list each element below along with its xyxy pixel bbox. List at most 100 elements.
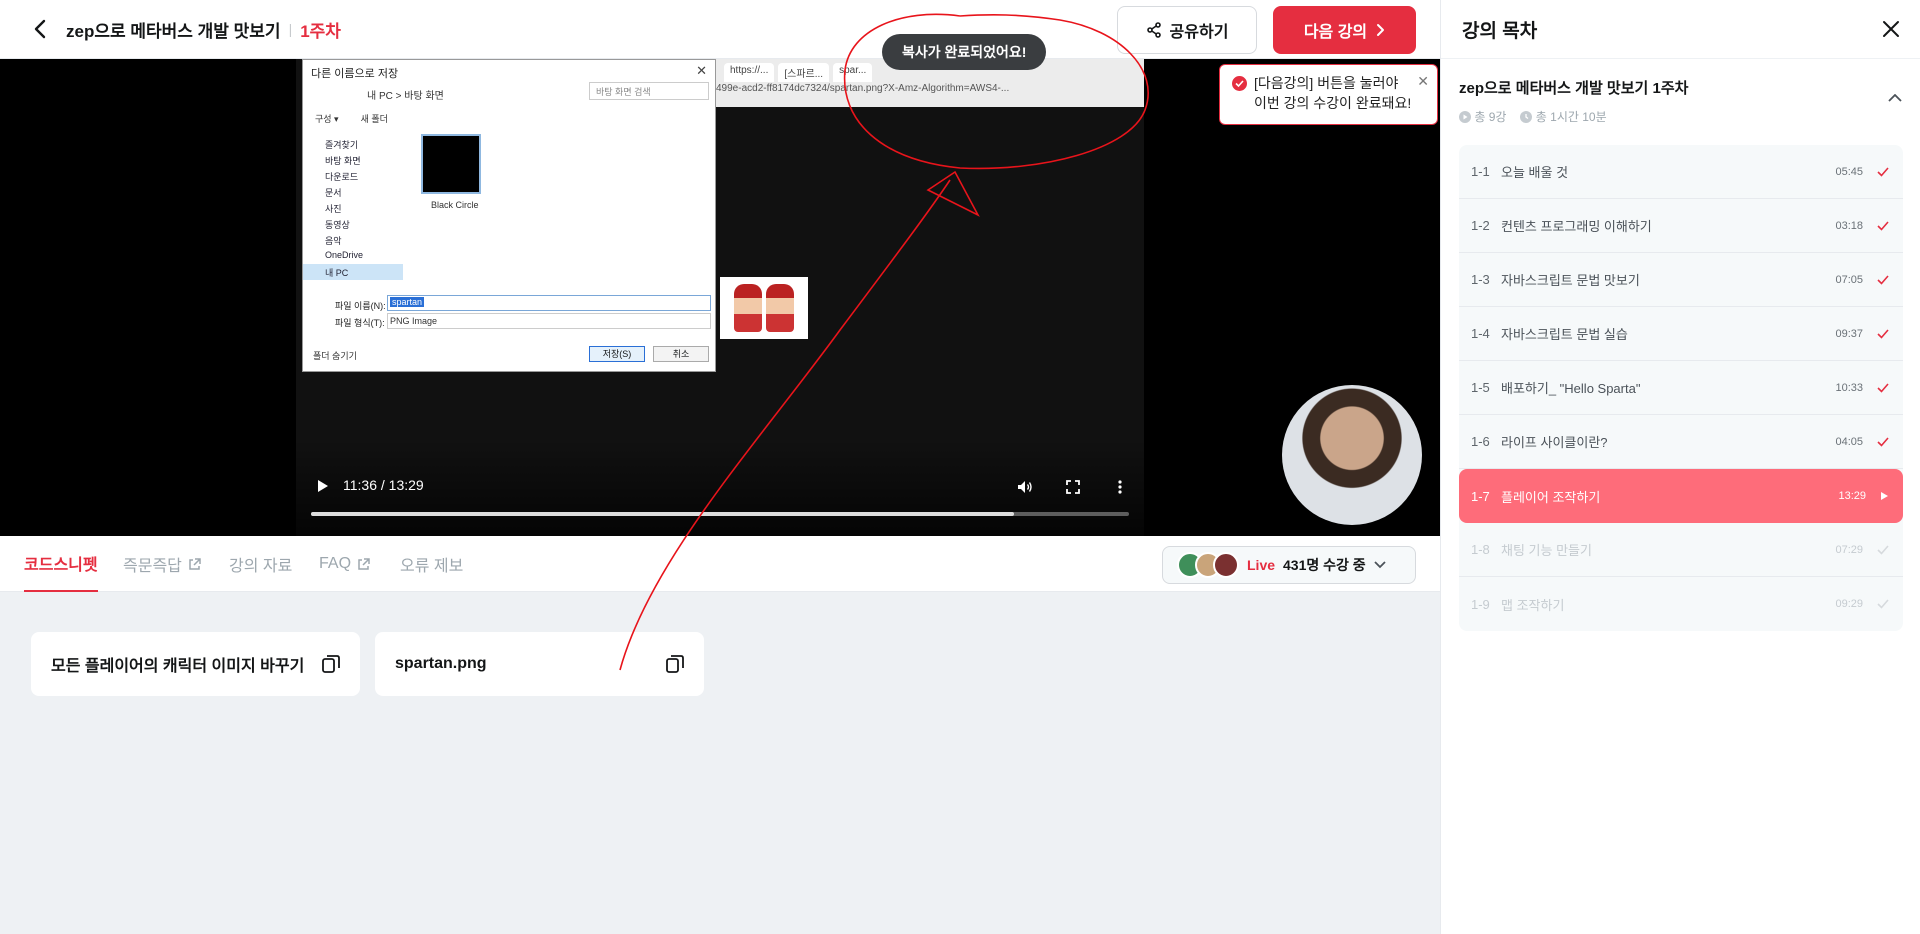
volume-icon [1018,481,1032,493]
filename-label: 파일 이름(N): [335,301,386,311]
lesson-duration: 03:18 [1835,219,1863,232]
lesson-count: 총 9강 [1474,110,1507,124]
time-display: 11:36 / 13:29 [343,477,424,493]
tooltip-line: 이번 강의 수강이 완료돼요! [1254,95,1412,111]
lesson-number: 1-1 [1471,164,1490,179]
sidebar-title: 강의 목차 [1462,20,1538,42]
lesson-name: 라이프 사이클이란? [1501,435,1608,450]
instructor-webcam [1282,385,1422,525]
title-separator: | [288,21,293,37]
dialog-toolbar: 구성 ▾ 새 폴더 [315,112,388,125]
lesson-list: 1-1 오늘 배울 것 05:45 1-2 컨텐츠 프로그래밍 이해하기 03:… [1459,145,1903,631]
dialog-sidebar-item: OneDrive [325,250,364,260]
lesson-number: 1-8 [1471,542,1490,557]
lesson-number: 1-6 [1471,434,1490,449]
browser-tab: https://... [724,63,775,82]
live-viewers-dropdown[interactable]: Live 431명 수강 중 [1162,546,1416,584]
tab-code-snippet[interactable]: 코드스니펫 [24,536,98,592]
share-label: 공유하기 [1169,24,1229,41]
spartan-sprite-image [720,277,808,339]
lesson-name: 자바스크립트 문법 맛보기 [1501,273,1640,288]
share-button[interactable]: 공유하기 [1117,6,1257,54]
lesson-item[interactable]: 1-4 자바스크립트 문법 실습 09:37 [1459,307,1903,361]
browser-tab: spar... [833,63,873,82]
clock-icon [1520,111,1533,123]
lesson-duration: 09:37 [1835,327,1863,340]
tab-qna[interactable]: 즉문즉답 [123,536,201,592]
lesson-item-active[interactable]: 1-7 플레이어 조작하기 13:29 [1459,469,1903,523]
tab-label: 즉문즉답 [123,558,182,575]
dialog-sidebar-item: 즐겨찾기 [325,140,359,150]
lesson-item[interactable]: 1-1 오늘 배울 것 05:45 [1459,145,1903,199]
file-thumbnail [421,134,481,194]
lesson-number: 1-3 [1471,272,1490,287]
video-progress-fill [311,512,1015,516]
external-link-icon [358,557,370,570]
snippet-card[interactable]: spartan.png [375,632,704,696]
next-lesson-button[interactable]: 다음 강의 [1273,6,1416,54]
sidebar-header: 강의 목차 [1441,0,1920,59]
live-badge: Live [1247,557,1276,573]
lesson-item[interactable]: 1-5 배포하기_ "Hello Sparta" 10:33 [1459,361,1903,415]
sidebar-course-info: zep으로 메타버스 개발 맛보기 1주차 총 9강 총 1시간 10분 [1441,59,1920,137]
lesson-name: 자바스크립트 문법 실습 [1501,327,1628,342]
lesson-duration: 09:29 [1835,598,1863,610]
copy-icon[interactable] [666,654,684,674]
dialog-cancel-button: 취소 [653,346,709,362]
dialog-sidebar-item: 동영상 [325,220,350,230]
filetype-field: PNG Image [387,313,711,329]
filetype-label: 파일 형식(T): [335,318,385,328]
copy-icon[interactable] [322,654,340,674]
tab-faq[interactable]: FAQ [319,536,370,592]
more-options-button[interactable] [1111,478,1129,496]
fullscreen-button[interactable] [1064,478,1082,496]
chevron-up-icon [1888,93,1902,102]
chevron-down-icon [1374,561,1386,569]
volume-button[interactable] [1016,478,1034,496]
live-count: 431명 수강 중 [1283,557,1366,573]
video-progress-bar[interactable] [311,512,1129,516]
check-icon [1877,382,1889,393]
check-icon [1877,436,1889,447]
check-icon [1877,274,1889,285]
play-button[interactable] [314,477,332,495]
copy-complete-toast: 복사가 완료되었어요! [882,34,1047,70]
dialog-sidebar-item: 다운로드 [325,172,359,182]
lesson-number: 1-4 [1471,326,1490,341]
check-icon [1877,166,1889,177]
lesson-item[interactable]: 1-9 맵 조작하기 09:29 [1459,577,1903,631]
lesson-duration: 10:33 [1835,381,1863,394]
dialog-sidebar-item: 내 PC [303,264,403,280]
lesson-name: 컨텐츠 프로그래밍 이해하기 [1501,219,1652,234]
lesson-item[interactable]: 1-2 컨텐츠 프로그래밍 이해하기 03:18 [1459,199,1903,253]
sidebar-course-title: zep으로 메타버스 개발 맛보기 1주차 [1459,80,1689,97]
dialog-toolbar-item: 새 폴더 [360,114,388,124]
lesson-item[interactable]: 1-3 자바스크립트 문법 맛보기 07:05 [1459,253,1903,307]
lesson-name: 오늘 배울 것 [1501,165,1569,180]
lesson-item[interactable]: 1-8 채팅 기능 만들기 07:29 [1459,523,1903,577]
dialog-sidebar-item: 바탕 화면 [325,156,361,166]
avatar [1213,552,1239,578]
back-button[interactable] [28,17,52,41]
collapse-button[interactable] [1888,89,1902,107]
tab-label: 강의 자료 [229,558,293,575]
tab-materials[interactable]: 강의 자료 [229,536,292,592]
snippet-card[interactable]: 모든 플레이어의 캐릭터 이미지 바꾸기 [31,632,360,696]
week-label: 1주차 [300,21,341,41]
lesson-duration: 05:45 [1835,165,1863,178]
dialog-path: 내 PC > 바탕 화면 [367,91,444,102]
close-icon[interactable]: ✕ [1417,71,1429,91]
tab-error-report[interactable]: 오류 제보 [400,536,463,592]
tooltip-line: [다음강의] 버튼을 눌러야 [1254,75,1399,91]
close-icon[interactable] [1882,20,1900,38]
lesson-item[interactable]: 1-6 라이프 사이클이란? 04:05 [1459,415,1903,469]
video-player[interactable]: https://... [스파르... spar... 499e-acd2-ff… [0,59,1440,536]
top-header: zep으로 메타버스 개발 맛보기 | 1주차 공유하기 다음 강의 [0,0,1440,59]
total-time-meta: 총 1시간 10분 [1520,108,1607,125]
lesson-count-meta: 총 9강 [1459,108,1506,125]
dialog-sidebar-item: 문서 [325,188,342,198]
lesson-duration: 07:05 [1835,273,1863,286]
dialog-title: 다른 이름으로 저장 [311,68,399,80]
lesson-name: 배포하기_ "Hello Sparta" [1501,381,1641,396]
fullscreen-icon [1066,480,1080,494]
